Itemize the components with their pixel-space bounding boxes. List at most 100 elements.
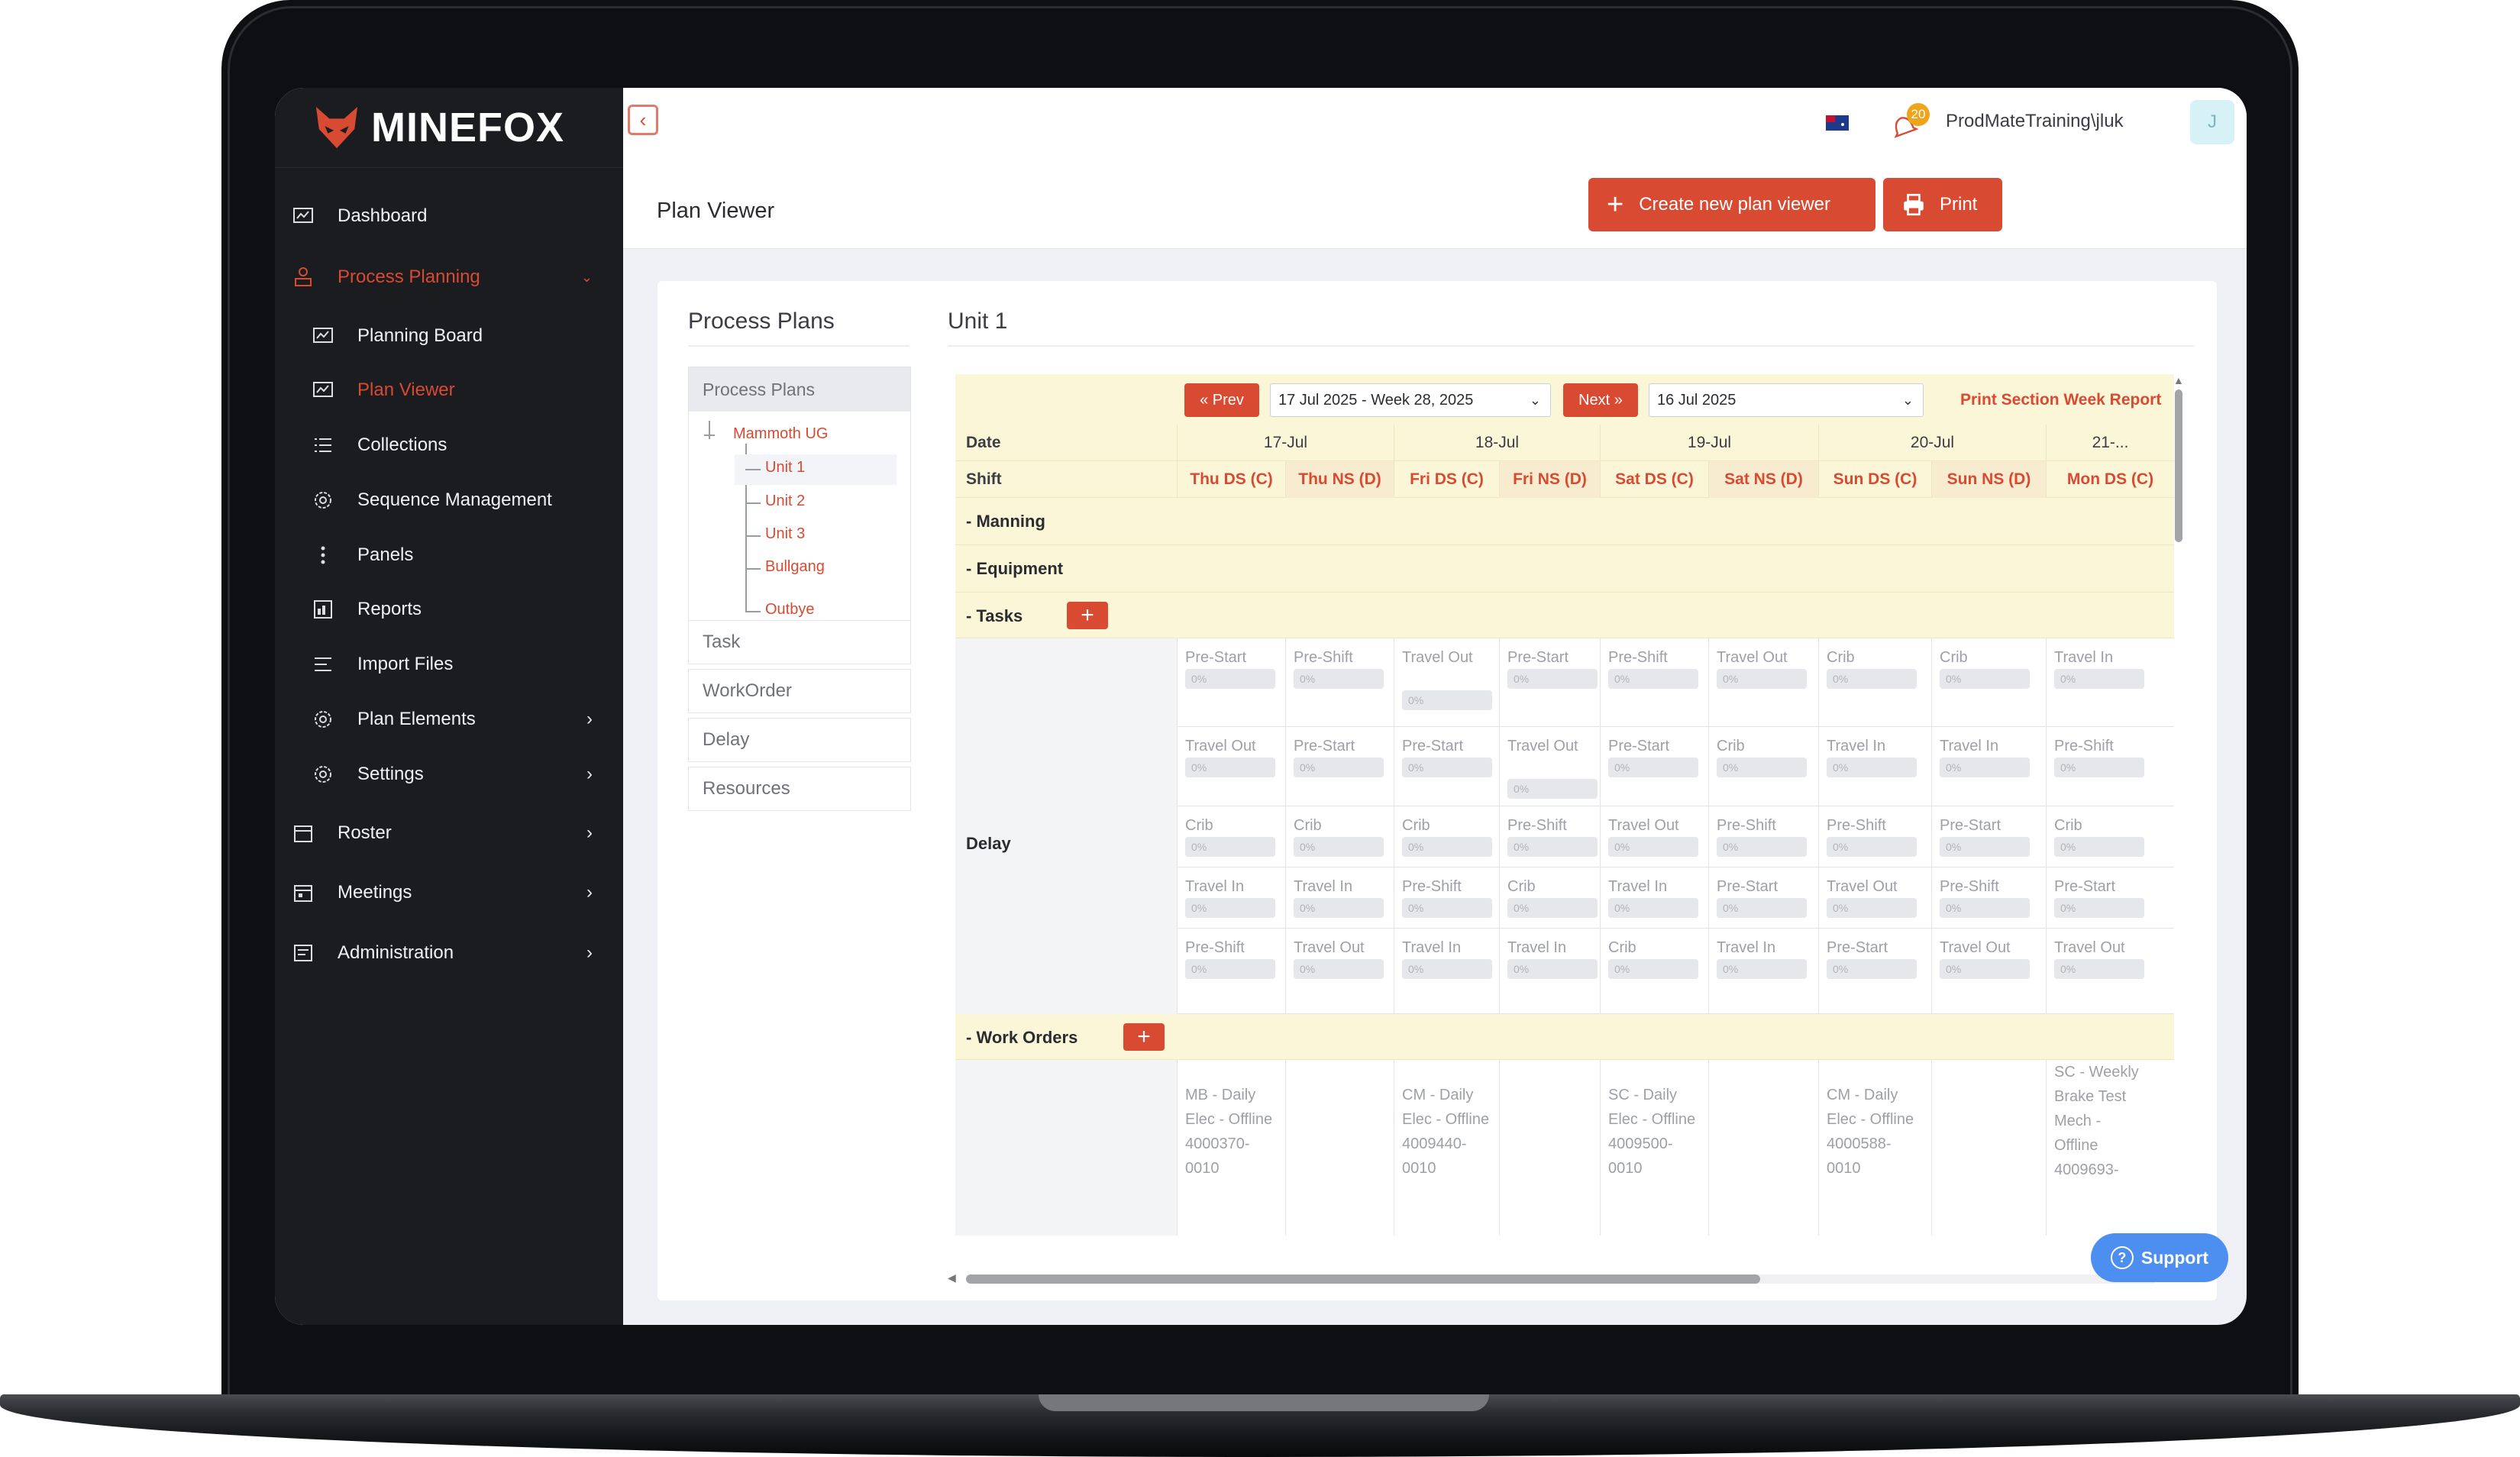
task-cell[interactable]: Travel Out 0% <box>2046 929 2174 1014</box>
task-cell[interactable]: Pre-Shift 0% <box>1394 867 1499 929</box>
task-cell[interactable]: Pre-Start 0% <box>1708 867 1818 929</box>
date-select[interactable]: 16 Jul 2025 ⌄ <box>1649 383 1924 417</box>
task-cell[interactable]: Pre-Start 0% <box>1177 638 1285 727</box>
task-cell[interactable]: Pre-Shift 0% <box>2046 727 2174 806</box>
task-cell[interactable]: Travel Out 0% <box>1600 806 1708 867</box>
user-name[interactable]: ProdMateTraining\jluk <box>1946 111 2124 132</box>
sidebar-item-meetings[interactable]: Meetings › <box>275 870 623 916</box>
sidebar-item-roster[interactable]: Roster › <box>275 810 623 856</box>
task-cell[interactable]: Travel In 0% <box>2046 638 2174 727</box>
task-cell[interactable]: Pre-Start 0% <box>1499 638 1600 727</box>
sidebar-item-settings[interactable]: Settings › <box>275 751 623 797</box>
task-cell[interactable]: Pre-Shift 0% <box>1285 638 1394 727</box>
task-cell[interactable]: Travel In 0% <box>1600 867 1708 929</box>
task-cell[interactable]: Pre-Start 0% <box>1931 806 2046 867</box>
task-cell[interactable]: Travel Out 0% <box>1818 867 1931 929</box>
notifications-button[interactable]: 20 <box>1887 103 1930 146</box>
task-cell[interactable]: Crib 0% <box>1285 806 1394 867</box>
task-cell[interactable]: Travel Out 0% <box>1708 638 1818 727</box>
support-button[interactable]: ? Support <box>2091 1233 2228 1282</box>
horizontal-scrollbar[interactable]: ◀ <box>948 1271 2166 1285</box>
work-order-cell[interactable] <box>1708 1060 1818 1236</box>
work-order-cell[interactable]: SC - Daily Elec - Offline 4009500-0010 <box>1600 1060 1708 1236</box>
task-cell[interactable]: Travel In 0% <box>1499 929 1600 1014</box>
task-cell[interactable]: Pre-Shift 0% <box>1499 806 1600 867</box>
week-select[interactable]: 17 Jul 2025 - Week 28, 2025 ⌄ <box>1270 383 1551 417</box>
tab-workorder[interactable]: WorkOrder <box>688 669 911 713</box>
sidebar-item-sequence-management[interactable]: Sequence Management <box>275 477 623 523</box>
task-cell[interactable]: Crib 0% <box>1818 638 1931 727</box>
tree-node-unit-3[interactable]: Unit 3 <box>765 525 805 543</box>
work-order-cell[interactable] <box>1285 1060 1394 1236</box>
add-task-button[interactable]: + <box>1067 602 1108 629</box>
work-order-cell[interactable] <box>1499 1060 1600 1236</box>
tab-task[interactable]: Task <box>688 620 911 664</box>
task-cell[interactable]: Pre-Shift 0% <box>1931 867 2046 929</box>
task-cell[interactable]: Pre-Start 0% <box>1285 727 1394 806</box>
sidebar-item-import-files[interactable]: Import Files <box>275 641 623 687</box>
sidebar-item-process-planning[interactable]: Process Planning ⌄ <box>275 254 623 300</box>
tree-node-unit-1[interactable]: Unit 1 <box>765 459 805 477</box>
tree-node-outbye[interactable]: Outbye <box>765 601 814 619</box>
vertical-scrollbar[interactable]: ▲ ▼ <box>2173 374 2186 1260</box>
task-cell[interactable]: Pre-Start 0% <box>2046 867 2174 929</box>
tasks-section-row[interactable]: - Tasks + <box>955 593 2174 638</box>
tree-node-root[interactable]: Mammoth UG <box>733 425 828 443</box>
sidebar-item-plan-viewer[interactable]: Plan Viewer <box>275 367 623 413</box>
sidebar-item-plan-elements[interactable]: Plan Elements › <box>275 696 623 742</box>
work-orders-section-row[interactable]: - Work Orders + <box>955 1014 2174 1060</box>
task-cell[interactable]: Pre-Start 0% <box>1818 929 1931 1014</box>
vertical-scrollbar-thumb[interactable] <box>2175 389 2182 542</box>
sidebar-item-collections[interactable]: Collections <box>275 422 623 468</box>
task-cell[interactable]: Travel In 0% <box>1285 867 1394 929</box>
task-cell[interactable]: Pre-Start 0% <box>1600 727 1708 806</box>
task-cell[interactable]: Travel Out 0% <box>1394 638 1499 727</box>
work-order-cell[interactable]: CM - Daily Elec - Offline 4000588-0010 <box>1818 1060 1931 1236</box>
print-section-week-report-link[interactable]: Print Section Week Report <box>1960 391 2161 409</box>
avatar[interactable]: J <box>2190 100 2234 144</box>
task-cell[interactable]: Travel Out 0% <box>1177 727 1285 806</box>
task-cell[interactable]: Pre-Shift 0% <box>1818 806 1931 867</box>
task-cell[interactable]: Crib 0% <box>1177 806 1285 867</box>
equipment-section-row[interactable]: - Equipment <box>955 545 2174 593</box>
tab-delay[interactable]: Delay <box>688 718 911 762</box>
sidebar-item-dashboard[interactable]: Dashboard <box>275 193 623 239</box>
collapse-sidebar-button[interactable]: ‹ <box>628 105 658 135</box>
task-cell[interactable]: Pre-Shift 0% <box>1177 929 1285 1014</box>
task-cell[interactable]: Crib 0% <box>2046 806 2174 867</box>
task-cell[interactable]: Travel Out 0% <box>1285 929 1394 1014</box>
task-cell[interactable]: Pre-Shift 0% <box>1708 806 1818 867</box>
task-cell[interactable]: Travel Out 0% <box>1931 929 2046 1014</box>
work-order-cell[interactable]: SC - Weekly Brake Test Mech - Offline 40… <box>2046 1060 2174 1236</box>
sidebar-item-reports[interactable]: Reports <box>275 586 623 632</box>
prev-week-button[interactable]: « Prev <box>1184 383 1259 417</box>
task-cell[interactable]: Crib 0% <box>1394 806 1499 867</box>
task-cell[interactable]: Travel In 0% <box>1177 867 1285 929</box>
work-order-cell[interactable]: CM - Daily Elec - Offline 4009440-0010 <box>1394 1060 1499 1236</box>
work-order-cell[interactable]: MB - Daily Elec - Offline 4000370-0010 <box>1177 1060 1285 1236</box>
tab-resources[interactable]: Resources <box>688 767 911 811</box>
task-cell[interactable]: Crib 0% <box>1499 867 1600 929</box>
task-cell[interactable]: Travel Out 0% <box>1499 727 1600 806</box>
task-cell[interactable]: Crib 0% <box>1708 727 1818 806</box>
add-work-order-button[interactable]: + <box>1123 1023 1165 1051</box>
task-cell[interactable]: Travel In 0% <box>1708 929 1818 1014</box>
task-cell[interactable]: Travel In 0% <box>1931 727 2046 806</box>
manning-section-row[interactable]: - Manning <box>955 498 2174 545</box>
task-cell[interactable]: Travel In 0% <box>1818 727 1931 806</box>
tree-node-bullgang[interactable]: Bullgang <box>765 558 825 576</box>
task-cell[interactable]: Crib 0% <box>1600 929 1708 1014</box>
task-cell[interactable]: Pre-Shift 0% <box>1600 638 1708 727</box>
work-order-cell[interactable] <box>1931 1060 2046 1236</box>
flag-icon[interactable] <box>1826 115 1849 131</box>
sidebar-item-panels[interactable]: Panels <box>275 532 623 578</box>
task-cell[interactable]: Pre-Start 0% <box>1394 727 1499 806</box>
sidebar-item-planning-board[interactable]: Planning Board <box>275 313 623 359</box>
tree-node-unit-2[interactable]: Unit 2 <box>765 493 805 510</box>
create-plan-viewer-button[interactable]: + Create new plan viewer <box>1588 178 1875 231</box>
task-cell[interactable]: Travel In 0% <box>1394 929 1499 1014</box>
print-button[interactable]: Print <box>1883 178 2002 231</box>
sidebar-item-administration[interactable]: Administration › <box>275 930 623 976</box>
next-week-button[interactable]: Next » <box>1563 383 1638 417</box>
task-cell[interactable]: Crib 0% <box>1931 638 2046 727</box>
